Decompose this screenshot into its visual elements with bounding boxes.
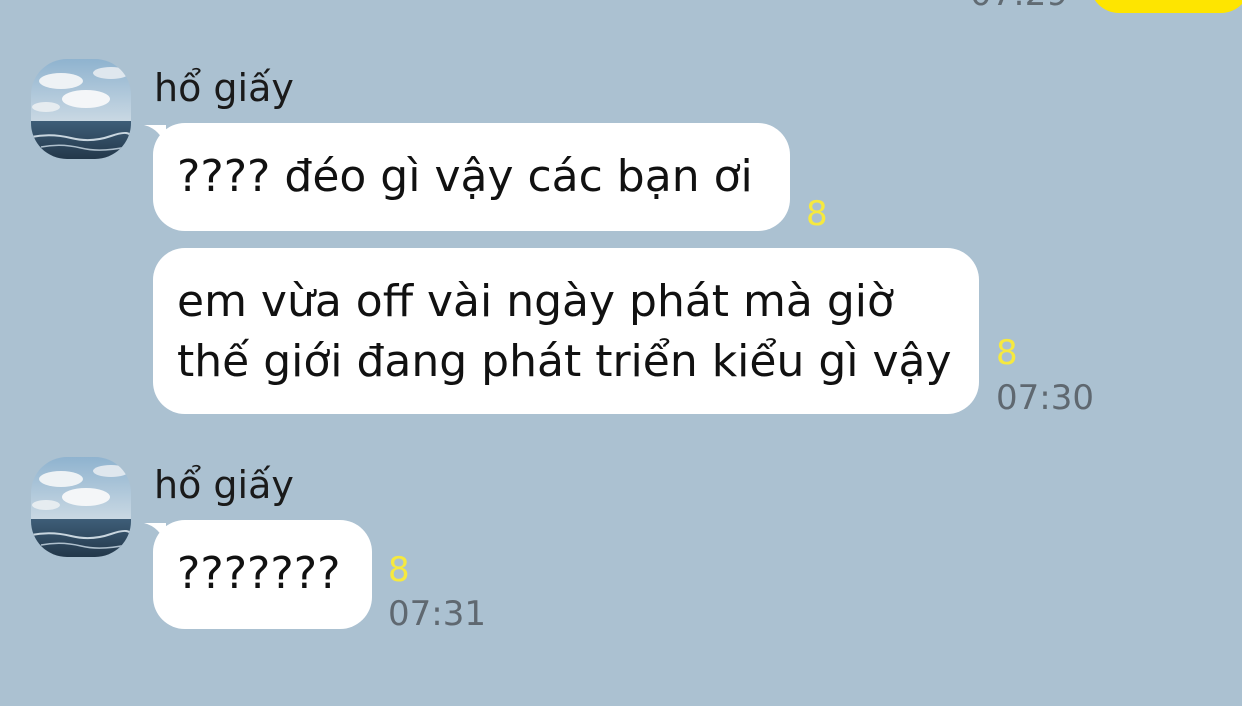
message-text: ??????? xyxy=(177,548,341,599)
sender-avatar[interactable] xyxy=(31,59,131,159)
sender-name: hổ giấy xyxy=(154,66,294,110)
message-text-line: thế giới đang phát triển kiểu gì vậy xyxy=(177,336,952,387)
message-bubble[interactable]: ???? đéo gì vậy các bạn ơi xyxy=(153,123,790,231)
unread-count: 8 xyxy=(806,194,828,234)
message-bubble[interactable]: ??????? xyxy=(153,520,372,629)
ocean-sky-avatar-icon xyxy=(31,59,131,159)
ocean-sky-avatar-icon xyxy=(31,457,131,557)
message-bubble[interactable]: em vừa off vài ngày phát mà giờ thế giới… xyxy=(153,248,979,414)
message-text: ???? đéo gì vậy các bạn ơi xyxy=(177,151,753,202)
message-text-line: em vừa off vài ngày phát mà giờ xyxy=(177,276,894,327)
sender-avatar[interactable] xyxy=(31,457,131,557)
message-time: 07:31 xyxy=(388,594,486,634)
chat-view[interactable]: 07:29 hổ giấy xyxy=(0,0,1242,706)
message-time: 07:30 xyxy=(996,378,1094,418)
unread-count: 8 xyxy=(996,333,1018,373)
sender-name: hổ giấy xyxy=(154,463,294,507)
unread-count: 8 xyxy=(388,550,410,590)
message-time: 07:29 xyxy=(970,0,1068,14)
my-message-bubble[interactable] xyxy=(1090,0,1242,13)
